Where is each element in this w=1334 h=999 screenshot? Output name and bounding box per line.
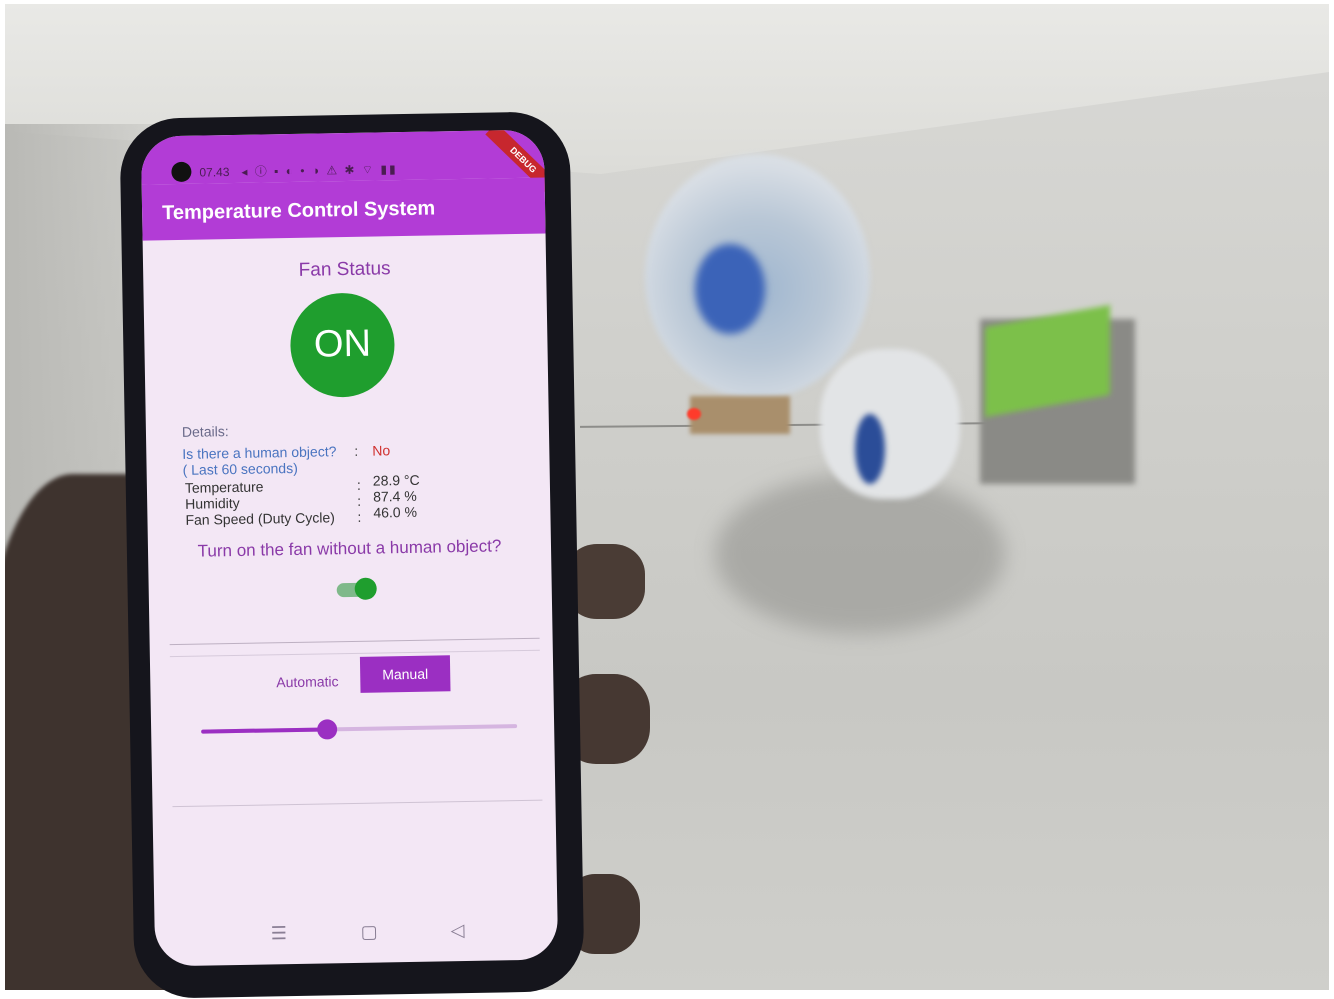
human-override-prompt: Turn on the fan without a human object? (197, 536, 502, 561)
humidity-label: Humidity (185, 494, 240, 512)
temperature-colon: : (356, 476, 361, 493)
app-bar: Temperature Control System (141, 177, 546, 241)
sensor-led (687, 408, 701, 420)
temperature-value: 28.9 °C (372, 471, 420, 489)
human-object-value: No (372, 442, 391, 459)
camera-hole (171, 161, 192, 183)
fan-speed-value: 46.0 % (373, 503, 418, 521)
phone-screen: 07.43 ◂ ⓘ ▪ ◐ • ◑ ⚠ ✱ ⌔ ▮▮ DEBUG Tempera… (140, 129, 559, 967)
fan-knob (855, 414, 885, 484)
main-content: Fan Status ON Details: Is there a human … (143, 234, 558, 941)
home-icon[interactable]: ▢ (355, 920, 384, 944)
human-object-question: Is there a human object? (182, 443, 337, 462)
fan-status-label: Fan Status (298, 258, 391, 281)
menu-icon[interactable]: ☰ (265, 922, 294, 945)
last-seconds-note: ( Last 60 seconds) (182, 459, 298, 478)
fan-speed-slider-thumb[interactable] (317, 719, 338, 740)
divider (169, 637, 540, 646)
back-icon[interactable]: ◁ (444, 919, 470, 942)
status-time: 07.43 (199, 165, 230, 180)
divider (172, 799, 543, 808)
fan-body (820, 349, 960, 499)
status-icons: ◂ ⓘ ▪ ◐ • ◑ ⚠ ✱ ⌔ ▮▮ (241, 162, 398, 179)
fan-base-shadow (715, 474, 1005, 634)
sensor-board (690, 396, 790, 434)
fan-state-text: ON (313, 322, 372, 366)
humidity-value: 87.4 % (372, 487, 417, 505)
automatic-mode-button[interactable]: Automatic (270, 669, 345, 694)
divider (169, 649, 540, 658)
status-bar: 07.43 ◂ ⓘ ▪ ◐ • ◑ ⚠ ✱ ⌔ ▮▮ DEBUG (140, 129, 559, 197)
human-override-toggle-thumb[interactable] (354, 577, 377, 600)
app-title: Temperature Control System (161, 197, 436, 225)
fan-speed-colon: : (357, 508, 362, 525)
temperature-label: Temperature (184, 478, 264, 496)
fan-state-indicator: ON (289, 292, 396, 398)
fan-speed-label: Fan Speed (Duty Cycle) (185, 509, 336, 528)
manual-mode-button[interactable]: Manual (359, 655, 451, 693)
system-nav-bar: ☰ ▢ ◁ (154, 909, 558, 966)
human-object-colon: : (354, 442, 359, 459)
fan-speed-slider-fill (201, 727, 328, 734)
details-label: Details: (181, 423, 229, 440)
humidity-colon: : (357, 492, 362, 509)
fan-hub (695, 244, 765, 334)
